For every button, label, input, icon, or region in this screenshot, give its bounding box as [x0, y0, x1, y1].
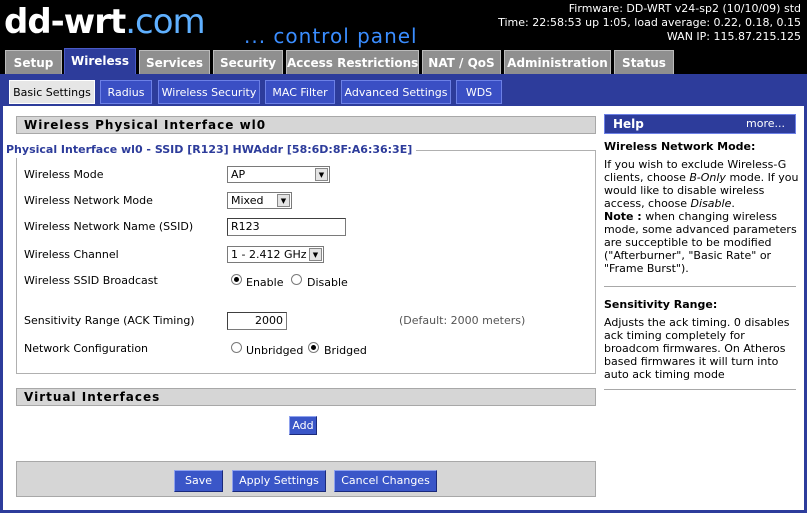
chevron-down-icon: ▼	[309, 248, 322, 261]
chevron-down-icon: ▼	[315, 168, 328, 181]
tab-security[interactable]: Security	[213, 50, 283, 74]
main-tabs: Setup Wireless Services Security Access …	[0, 48, 807, 74]
help-text-part: .	[731, 197, 735, 210]
tab-services[interactable]: Services	[139, 50, 210, 74]
cancel-changes-button[interactable]: Cancel Changes	[334, 470, 437, 492]
unbridged-radio[interactable]	[231, 342, 242, 353]
broadcast-disable-radio[interactable]	[291, 274, 302, 285]
control-panel-text: ... control panel	[244, 24, 418, 48]
help-more-link[interactable]: more...	[746, 115, 785, 133]
help-text-italic: Disable	[690, 197, 732, 210]
save-button[interactable]: Save	[174, 470, 223, 492]
help-divider	[604, 389, 796, 390]
help-sensitivity-text: Adjusts the ack timing. 0 disables ack t…	[604, 316, 790, 381]
help-header: Help more...	[604, 114, 796, 134]
help-network-mode-title: Wireless Network Mode:	[604, 140, 756, 153]
tab-wireless[interactable]: Wireless	[64, 48, 136, 74]
channel-select[interactable]: 1 - 2.412 GHz ▼	[227, 246, 324, 263]
add-virtual-interface-button[interactable]: Add	[289, 416, 317, 435]
ack-timing-input[interactable]: 2000	[227, 312, 287, 330]
tab-status[interactable]: Status	[614, 50, 674, 74]
network-mode-value: Mixed	[231, 194, 264, 207]
subtab-wds[interactable]: WDS	[456, 80, 502, 104]
broadcast-enable-radio[interactable]	[231, 274, 242, 285]
ack-default-hint: (Default: 2000 meters)	[399, 314, 526, 327]
channel-label: Wireless Channel	[24, 248, 119, 261]
network-config-label: Network Configuration	[24, 342, 149, 355]
ssid-label: Wireless Network Name (SSID)	[24, 220, 194, 233]
network-mode-select[interactable]: Mixed ▼	[227, 192, 292, 209]
subtab-advanced-settings[interactable]: Advanced Settings	[341, 80, 451, 104]
wireless-mode-select[interactable]: AP ▼	[227, 166, 330, 183]
ack-timing-label: Sensitivity Range (ACK Timing)	[24, 314, 195, 327]
subtab-radius[interactable]: Radius	[100, 80, 152, 104]
help-network-mode-text: If you wish to exclude Wireless-G client…	[604, 158, 800, 275]
tab-setup[interactable]: Setup	[5, 50, 62, 74]
wan-ip-text: WAN IP: 115.87.215.125	[666, 30, 801, 43]
apply-settings-button[interactable]: Apply Settings	[232, 470, 326, 492]
sub-tabs: Basic Settings Radius Wireless Security …	[0, 74, 807, 106]
tab-nat-qos[interactable]: NAT / QoS	[422, 50, 501, 74]
broadcast-enable-label[interactable]: Enable	[246, 276, 283, 289]
help-title: Help	[613, 117, 644, 131]
virtual-interfaces-header: Virtual Interfaces	[16, 388, 596, 406]
logo-text: dd-wrt	[4, 2, 126, 42]
wireless-mode-value: AP	[231, 168, 246, 181]
broadcast-disable-label[interactable]: Disable	[307, 276, 348, 289]
subtab-wireless-security[interactable]: Wireless Security	[158, 80, 260, 104]
ssid-broadcast-label: Wireless SSID Broadcast	[24, 274, 158, 287]
logo-com: .com	[125, 2, 205, 42]
chevron-down-icon: ▼	[277, 194, 290, 207]
bridged-label[interactable]: Bridged	[324, 344, 367, 357]
uptime-text: Time: 22:58:53 up 1:05, load average: 0.…	[498, 16, 801, 29]
ssid-input[interactable]: R123	[227, 218, 346, 236]
help-sensitivity-title: Sensitivity Range:	[604, 298, 718, 311]
wireless-mode-label: Wireless Mode	[24, 168, 104, 181]
unbridged-label[interactable]: Unbridged	[246, 344, 303, 357]
channel-value: 1 - 2.412 GHz	[231, 248, 307, 261]
physical-interface-title: Physical Interface wl0 - SSID [R123] HWA…	[6, 143, 417, 156]
help-text-italic: B-Only	[689, 171, 726, 184]
help-sensitivity-section: Sensitivity Range: Adjusts the ack timin…	[604, 298, 800, 385]
subtab-basic-settings[interactable]: Basic Settings	[9, 80, 95, 104]
subtab-mac-filter[interactable]: MAC Filter	[265, 80, 335, 104]
help-divider	[604, 286, 796, 287]
help-note-label: Note :	[604, 210, 642, 223]
physical-interface-header: Wireless Physical Interface wl0	[16, 116, 596, 134]
network-mode-label: Wireless Network Mode	[24, 194, 153, 207]
box-border	[16, 158, 17, 374]
header: dd-wrt.com ... control panel Firmware: D…	[0, 0, 807, 50]
tab-access-restrictions[interactable]: Access Restrictions	[286, 50, 419, 74]
tab-administration[interactable]: Administration	[504, 50, 611, 74]
main-content: Wireless Physical Interface wl0 Physical…	[0, 106, 807, 513]
bridged-radio[interactable]	[308, 342, 319, 353]
help-content: Wireless Network Mode: If you wish to ex…	[604, 140, 800, 279]
router-info: Firmware: DD-WRT v24-sp2 (10/10/09) std …	[498, 2, 801, 44]
firmware-text: Firmware: DD-WRT v24-sp2 (10/10/09) std	[568, 2, 801, 15]
